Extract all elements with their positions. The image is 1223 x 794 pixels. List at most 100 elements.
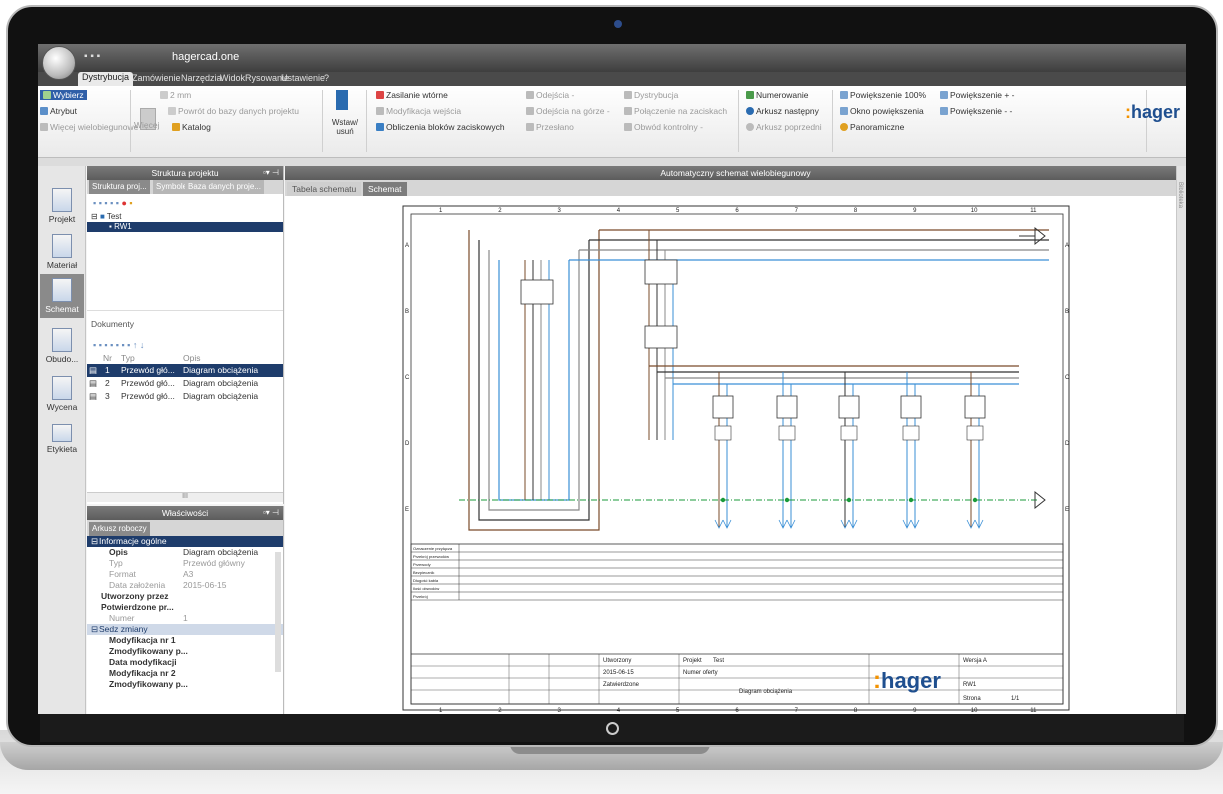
multipole-label: Więcej wielobiegunowe	[50, 122, 139, 132]
feeder-breaker	[964, 395, 986, 419]
library-side-tab[interactable]: Biblioteka	[1176, 166, 1186, 714]
tab-worksheet[interactable]: Arkusz roboczy	[89, 522, 150, 536]
row-letter: A	[405, 243, 409, 249]
collapse-icon: ⊟	[91, 536, 99, 546]
document-row[interactable]: ▤ 3 Przewód głó... Diagram obciążenia	[87, 390, 283, 403]
webcam-icon	[614, 20, 622, 28]
main-panel-title: Automatyczny schemat wielobiegunowy	[285, 166, 1186, 180]
tree-item-test[interactable]: ⊟ ■ Test	[87, 212, 283, 222]
catalog-button[interactable]: Katalog	[172, 122, 211, 132]
row-letter: C	[405, 375, 410, 381]
outgoings-button[interactable]: Odejścia -	[526, 90, 574, 100]
sent-icon	[526, 123, 534, 131]
zoom-out-button[interactable]: Powiększenie - -	[940, 106, 1012, 116]
tool-project[interactable]: Projekt	[40, 188, 84, 224]
tab-schematic-table[interactable]: Tabela schematu	[287, 182, 362, 196]
library-tab-label: Biblioteka	[1177, 182, 1183, 209]
secondary-supply-icon	[376, 91, 384, 99]
distribution-button[interactable]: Dystrybucja	[624, 90, 678, 100]
sent-button[interactable]: Przesłano	[526, 122, 574, 132]
two-mm-button[interactable]: 2 mm	[160, 90, 191, 100]
application-menu-button[interactable]	[42, 46, 76, 80]
outgoings-top-button[interactable]: Odejścia na górze -	[526, 106, 610, 116]
tb-rw: RW1	[963, 682, 977, 688]
pan-label: Panoramiczne	[850, 122, 905, 132]
more-button[interactable]: Więcej	[134, 120, 160, 130]
multipole-button[interactable]: Więcej wielobiegunowe	[40, 122, 138, 132]
secondary-supply-button[interactable]: Zasilanie wtórne	[376, 90, 448, 100]
tool-label[interactable]: Etykieta	[40, 424, 84, 454]
tab-help[interactable]: ?	[324, 73, 329, 83]
prop-value[interactable]: A3	[183, 569, 193, 580]
document-description: Diagram obciążenia	[183, 378, 259, 388]
control-circuit-icon	[624, 123, 632, 131]
select-button[interactable]: Wybierz	[40, 90, 87, 100]
scrollbar-thumb[interactable]: III	[182, 493, 188, 500]
tab-narzedzia[interactable]: Narzędzia	[181, 73, 222, 83]
tab-dystrybucja[interactable]: Dystrybucja	[78, 72, 134, 86]
pan-button[interactable]: Panoramiczne	[840, 122, 904, 132]
tree-item-rw1-label: RW1	[114, 222, 132, 231]
tab-project-database[interactable]: Baza danych proje...	[185, 180, 264, 194]
main-tabs: Tabela schematu Schemat	[285, 180, 1186, 196]
feeder-relay	[714, 425, 732, 441]
section-general[interactable]: ⊟ Informacje ogólne	[87, 536, 283, 547]
tab-zamowienie[interactable]: Zamówienie	[132, 73, 181, 83]
terminal-connection-button[interactable]: Połączenie na zaciskach	[624, 106, 727, 116]
schematic-drawing[interactable]: 11223344556677889910101111 A AB BC CD DE E	[399, 200, 1085, 714]
tool-material[interactable]: Materiał	[40, 234, 84, 270]
tab-widok[interactable]: Widok	[220, 73, 245, 83]
documents-toolbar[interactable]: ▪ ▪ ▪ ▪ ▪ ▪ ▪ ↑ ↓	[87, 338, 283, 352]
panel-pin-icon[interactable]: ▫▾ ⊣	[263, 166, 279, 180]
tab-schematic[interactable]: Schemat	[363, 182, 407, 196]
section-general-label: Informacje ogólne	[99, 536, 167, 546]
sent-label: Przesłano	[536, 122, 574, 132]
tb-version: Wersja A	[963, 658, 987, 664]
vertical-scrollbar[interactable]	[275, 552, 281, 672]
project-structure-title: Struktura projektu	[151, 168, 219, 178]
prop-key: Zmodyfikowany p...	[109, 679, 188, 689]
prop-key[interactable]: Potwierdzone pr...	[101, 602, 174, 613]
tree-toolbar[interactable]: ▪ ▪ ▪ ▪ ▪ ● ▪	[87, 194, 283, 212]
previous-sheet-icon	[746, 123, 754, 131]
insert-remove-icon	[336, 90, 348, 110]
legend-label: Przekrój	[413, 594, 428, 599]
prop-value[interactable]: 2015-06-15	[183, 580, 226, 591]
zoom-100-label: Powiększenie 100%	[850, 90, 927, 100]
row-letter: D	[405, 441, 410, 447]
feeder-breaker	[838, 395, 860, 419]
insert-remove-button[interactable]: Wstaw/ usuń	[328, 118, 362, 136]
control-circuit-button[interactable]: Obwód kontrolny -	[624, 122, 703, 132]
quick-access-toolbar[interactable]: ▪ ▪ ▪	[84, 51, 100, 62]
lock-icon[interactable]: ▪	[129, 198, 132, 208]
previous-sheet-button[interactable]: Arkusz poprzedni	[746, 122, 822, 132]
prop-key[interactable]: Utworzony przez	[101, 591, 169, 602]
input-modification-button[interactable]: Modyfikacja wejścia	[376, 106, 461, 116]
terminal-block-calc-button[interactable]: Obliczenia bloków zaciskowych	[376, 122, 505, 132]
document-icon: ▤	[89, 378, 98, 388]
zoom-100-button[interactable]: Powiększenie 100%	[840, 90, 926, 100]
attribute-button[interactable]: Atrybut	[40, 106, 77, 116]
numbering-button[interactable]: Numerowanie	[746, 90, 808, 100]
ribbon-separator	[322, 90, 323, 152]
prop-value[interactable]: Przewód główny	[183, 558, 245, 569]
tool-quote[interactable]: Wycena	[40, 376, 84, 412]
tree-item-rw1[interactable]: ▪ RW1	[87, 222, 283, 232]
next-sheet-button[interactable]: Arkusz następny	[746, 106, 819, 116]
tool-enclosure[interactable]: Obudo...	[40, 328, 84, 364]
tab-project-structure[interactable]: Struktura proj...	[89, 180, 150, 194]
prop-value[interactable]: 1	[183, 613, 188, 624]
zoom-in-button[interactable]: Powiększenie + -	[940, 90, 1015, 100]
tool-schematic[interactable]: Schemat	[40, 274, 84, 318]
horizontal-scrollbar[interactable]: III	[87, 492, 283, 502]
panel-pin-icon[interactable]: ▫▾ ⊣	[263, 506, 279, 520]
section-changes[interactable]: ⊟ Sedz zmiany	[87, 624, 283, 635]
back-to-database-button[interactable]: Powrót do bazy danych projektu	[168, 106, 299, 116]
zoom-window-button[interactable]: Okno powiększenia	[840, 106, 924, 116]
prop-value[interactable]: Diagram obciążenia	[183, 547, 258, 558]
tool-enclosure-label: Obudo...	[45, 354, 79, 364]
delete-icon[interactable]: ●	[121, 198, 126, 208]
document-row[interactable]: ▤ 2 Przewód głó... Diagram obciążenia	[87, 377, 283, 390]
tab-ustawienie[interactable]: Ustawienie	[281, 73, 325, 83]
document-row[interactable]: ▤ 1 Przewód głó... Diagram obciążenia	[87, 364, 283, 377]
